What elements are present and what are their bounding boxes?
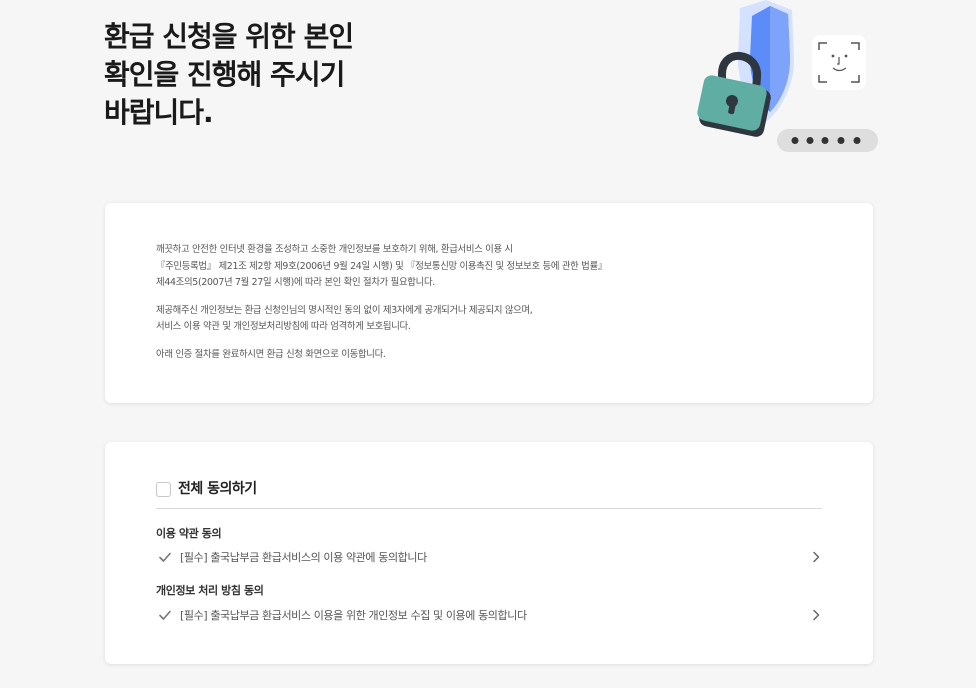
check-icon[interactable] — [158, 608, 172, 622]
agree-all-label: 전체 동의하기 — [178, 481, 257, 497]
notice-line: 제44조의5(2007년 7월 27일 시행)에 따라 본인 확인 절차가 필요… — [156, 277, 435, 288]
chevron-right-icon[interactable] — [810, 609, 822, 621]
privacy-policy-row[interactable]: [필수] 출국납부금 환급서비스 이용을 위한 개인정보 수집 및 이용에 동의… — [156, 605, 822, 625]
privacy-policy-label: [필수] 출국납부금 환급서비스 이용을 위한 개인정보 수집 및 이용에 동의… — [180, 609, 527, 622]
agree-all-row[interactable]: 전체 동의하기 — [156, 480, 822, 509]
terms-of-service-label: [필수] 출국납부금 환급서비스의 이용 약관에 동의합니다 — [180, 551, 427, 564]
password-dots-icon — [777, 129, 878, 152]
notice-paragraph-legal: 깨끗하고 안전한 인터넷 환경을 조성하고 소중한 개인정보를 보호하기 위해,… — [156, 242, 816, 292]
notice-line: 아래 인증 절차를 완료하시면 환급 신청 화면으로 이동합니다. — [156, 348, 386, 360]
notice-body: 깨끗하고 안전한 인터넷 환경을 조성하고 소중한 개인정보를 보호하기 위해,… — [156, 242, 816, 374]
page-title: 환급 신청을 위한 본인 확인을 진행해 주시기 바랍니다. — [104, 18, 404, 132]
page-title-line: 확인을 진행해 주시기 — [104, 58, 345, 91]
face-scan-icon — [812, 35, 866, 90]
notice-paragraph-next-step: 아래 인증 절차를 완료하시면 환급 신청 화면으로 이동합니다. — [156, 347, 816, 364]
notice-paragraph-privacy: 제공해주신 개인정보는 환급 신청인님의 명시적인 동의 없이 제3자에게 공개… — [156, 303, 816, 336]
privacy-section-title: 개인정보 처리 방침 동의 — [156, 584, 264, 597]
agree-all-checkbox[interactable] — [156, 482, 171, 497]
security-illustration — [697, 0, 878, 152]
notice-card: 깨끗하고 안전한 인터넷 환경을 조성하고 소중한 개인정보를 보호하기 위해,… — [105, 203, 873, 403]
notice-line: 깨끗하고 안전한 인터넷 환경을 조성하고 소중한 개인정보를 보호하기 위해,… — [156, 244, 513, 255]
notice-line: 『주민등록법』 제21조 제2항 제9호(2006년 9월 24일 시행) 및 … — [156, 260, 607, 272]
check-icon[interactable] — [158, 550, 172, 564]
terms-of-service-row[interactable]: [필수] 출국납부금 환급서비스의 이용 약관에 동의합니다 — [156, 547, 822, 567]
chevron-right-icon[interactable] — [810, 551, 822, 563]
agreement-card: 전체 동의하기 이용 약관 동의 [필수] 출국납부금 환급서비스의 이용 약관… — [105, 442, 873, 664]
notice-line: 제공해주신 개인정보는 환급 신청인님의 명시적인 동의 없이 제3자에게 공개… — [156, 304, 533, 316]
page-title-line: 바랍니다. — [104, 96, 214, 129]
page-title-line: 환급 신청을 위한 본인 — [104, 20, 354, 53]
terms-section-title: 이용 약관 동의 — [156, 527, 222, 540]
notice-line: 서비스 이용 약관 및 개인정보처리방침에 따라 엄격하게 보호됩니다. — [156, 321, 411, 332]
